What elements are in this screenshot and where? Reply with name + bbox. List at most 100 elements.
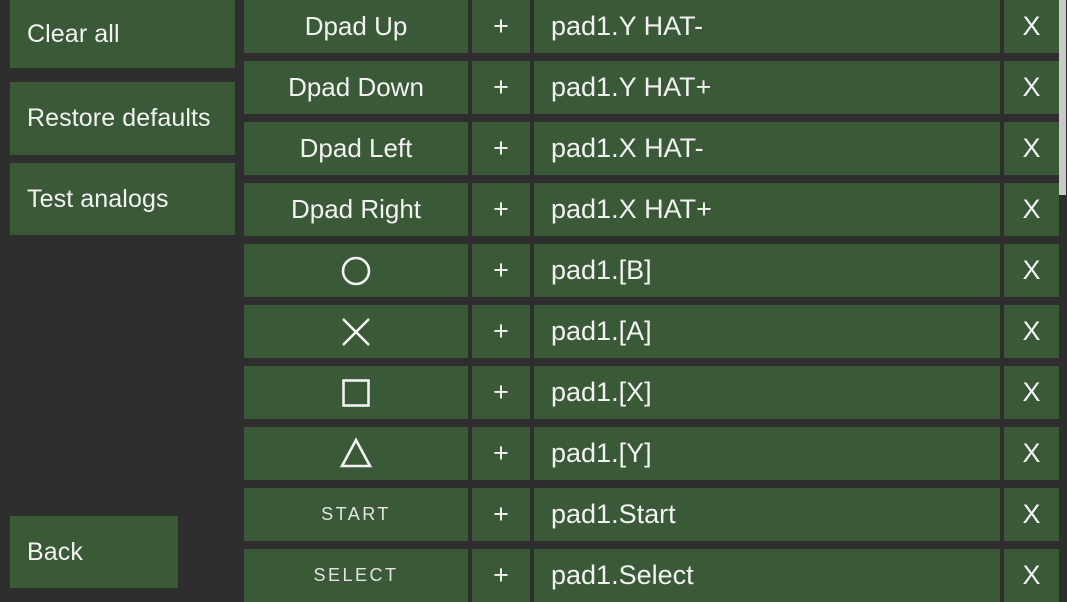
- close-icon: X: [1022, 499, 1041, 529]
- restore-defaults-button[interactable]: Restore defaults: [10, 82, 235, 155]
- remove-binding-button[interactable]: X: [1004, 244, 1059, 297]
- cross-icon: [338, 314, 374, 350]
- back-button[interactable]: Back: [10, 516, 178, 588]
- plus-icon: +: [493, 72, 509, 102]
- remove-binding-button[interactable]: X: [1004, 366, 1059, 419]
- control-name-label: START: [321, 504, 391, 524]
- plus-icon: +: [493, 11, 509, 41]
- add-binding-button[interactable]: +: [472, 61, 530, 114]
- binding-row: + pad1.[B] X: [244, 244, 1059, 297]
- binding-value-cell[interactable]: pad1.[A]: [534, 305, 1000, 358]
- plus-icon: +: [493, 438, 509, 468]
- plus-icon: +: [493, 133, 509, 163]
- binding-value-cell[interactable]: pad1.[X]: [534, 366, 1000, 419]
- binding-row: + pad1.[X] X: [244, 366, 1059, 419]
- binding-value-cell[interactable]: pad1.X HAT-: [534, 122, 1000, 175]
- close-icon: X: [1022, 255, 1041, 285]
- remove-binding-button[interactable]: X: [1004, 549, 1059, 602]
- close-icon: X: [1022, 316, 1041, 346]
- remove-binding-button[interactable]: X: [1004, 0, 1059, 53]
- control-name-cell[interactable]: Dpad Up: [244, 0, 468, 53]
- control-name-label: Dpad Left: [299, 133, 413, 163]
- gamepad-mapping-screen: Clear all Restore defaults Test analogs …: [0, 0, 1067, 602]
- test-analogs-button[interactable]: Test analogs: [10, 163, 235, 235]
- control-name-cell[interactable]: Dpad Down: [244, 61, 468, 114]
- control-name-cell[interactable]: [244, 244, 468, 297]
- restore-defaults-label: Restore defaults: [27, 104, 211, 132]
- control-name-cell[interactable]: [244, 366, 468, 419]
- binding-row: Dpad Left + pad1.X HAT- X: [244, 122, 1059, 175]
- clear-all-label: Clear all: [27, 19, 120, 48]
- control-name-cell[interactable]: [244, 305, 468, 358]
- binding-row: START + pad1.Start X: [244, 488, 1059, 541]
- control-name-label: Dpad Up: [304, 11, 408, 41]
- clear-all-button[interactable]: Clear all: [10, 0, 235, 68]
- binding-value-cell[interactable]: pad1.Select: [534, 549, 1000, 602]
- add-binding-button[interactable]: +: [472, 366, 530, 419]
- close-icon: X: [1022, 560, 1041, 590]
- binding-value-label: pad1.[X]: [551, 377, 652, 407]
- plus-icon: +: [493, 255, 509, 285]
- binding-row: + pad1.[A] X: [244, 305, 1059, 358]
- binding-value-cell[interactable]: pad1.Y HAT+: [534, 61, 1000, 114]
- binding-value-cell[interactable]: pad1.Y HAT-: [534, 0, 1000, 53]
- circle-icon: [338, 253, 374, 289]
- close-icon: X: [1022, 377, 1041, 407]
- binding-row: SELECT + pad1.Select X: [244, 549, 1059, 602]
- binding-list[interactable]: Dpad Up + pad1.Y HAT- X Dpad Down + pad1.Y HAT…: [244, 0, 1059, 602]
- remove-binding-button[interactable]: X: [1004, 183, 1059, 236]
- close-icon: X: [1022, 194, 1041, 224]
- add-binding-button[interactable]: +: [472, 0, 530, 53]
- control-name-cell[interactable]: Dpad Left: [244, 122, 468, 175]
- control-name-label: Dpad Down: [288, 72, 424, 102]
- control-name-label: SELECT: [313, 565, 399, 585]
- plus-icon: +: [493, 560, 509, 590]
- binding-value-label: pad1.Select: [551, 560, 694, 590]
- add-binding-button[interactable]: +: [472, 488, 530, 541]
- close-icon: X: [1022, 133, 1041, 163]
- binding-row: + pad1.[Y] X: [244, 427, 1059, 480]
- plus-icon: +: [493, 377, 509, 407]
- square-icon: [338, 375, 374, 411]
- remove-binding-button[interactable]: X: [1004, 61, 1059, 114]
- binding-value-label: pad1.Y HAT-: [551, 11, 704, 41]
- control-name-cell[interactable]: [244, 427, 468, 480]
- remove-binding-button[interactable]: X: [1004, 122, 1059, 175]
- close-icon: X: [1022, 438, 1041, 468]
- binding-value-label: pad1.Start: [551, 499, 676, 529]
- binding-row: Dpad Down + pad1.Y HAT+ X: [244, 61, 1059, 114]
- add-binding-button[interactable]: +: [472, 427, 530, 480]
- control-name-cell[interactable]: START: [244, 488, 468, 541]
- binding-value-label: pad1.X HAT-: [551, 133, 704, 163]
- scrollbar-track[interactable]: [1059, 0, 1067, 600]
- binding-value-label: pad1.X HAT+: [551, 194, 712, 224]
- control-name-cell[interactable]: Dpad Right: [244, 183, 468, 236]
- sidebar: Clear all Restore defaults Test analogs …: [0, 0, 243, 600]
- add-binding-button[interactable]: +: [472, 244, 530, 297]
- plus-icon: +: [493, 499, 509, 529]
- remove-binding-button[interactable]: X: [1004, 488, 1059, 541]
- triangle-icon: [338, 436, 374, 472]
- close-icon: X: [1022, 72, 1041, 102]
- binding-value-label: pad1.[B]: [551, 255, 652, 285]
- add-binding-button[interactable]: +: [472, 549, 530, 602]
- binding-value-cell[interactable]: pad1.[B]: [534, 244, 1000, 297]
- remove-binding-button[interactable]: X: [1004, 305, 1059, 358]
- close-icon: X: [1022, 11, 1041, 41]
- scrollbar-thumb[interactable]: [1059, 0, 1066, 195]
- binding-value-cell[interactable]: pad1.Start: [534, 488, 1000, 541]
- plus-icon: +: [493, 194, 509, 224]
- binding-value-label: pad1.Y HAT+: [551, 72, 712, 102]
- binding-value-label: pad1.[Y]: [551, 438, 652, 468]
- add-binding-button[interactable]: +: [472, 305, 530, 358]
- binding-value-cell[interactable]: pad1.[Y]: [534, 427, 1000, 480]
- add-binding-button[interactable]: +: [472, 122, 530, 175]
- binding-row: Dpad Up + pad1.Y HAT- X: [244, 0, 1059, 53]
- test-analogs-label: Test analogs: [27, 184, 169, 213]
- add-binding-button[interactable]: +: [472, 183, 530, 236]
- plus-icon: +: [493, 316, 509, 346]
- control-name-cell[interactable]: SELECT: [244, 549, 468, 602]
- binding-value-cell[interactable]: pad1.X HAT+: [534, 183, 1000, 236]
- remove-binding-button[interactable]: X: [1004, 427, 1059, 480]
- binding-row: Dpad Right + pad1.X HAT+ X: [244, 183, 1059, 236]
